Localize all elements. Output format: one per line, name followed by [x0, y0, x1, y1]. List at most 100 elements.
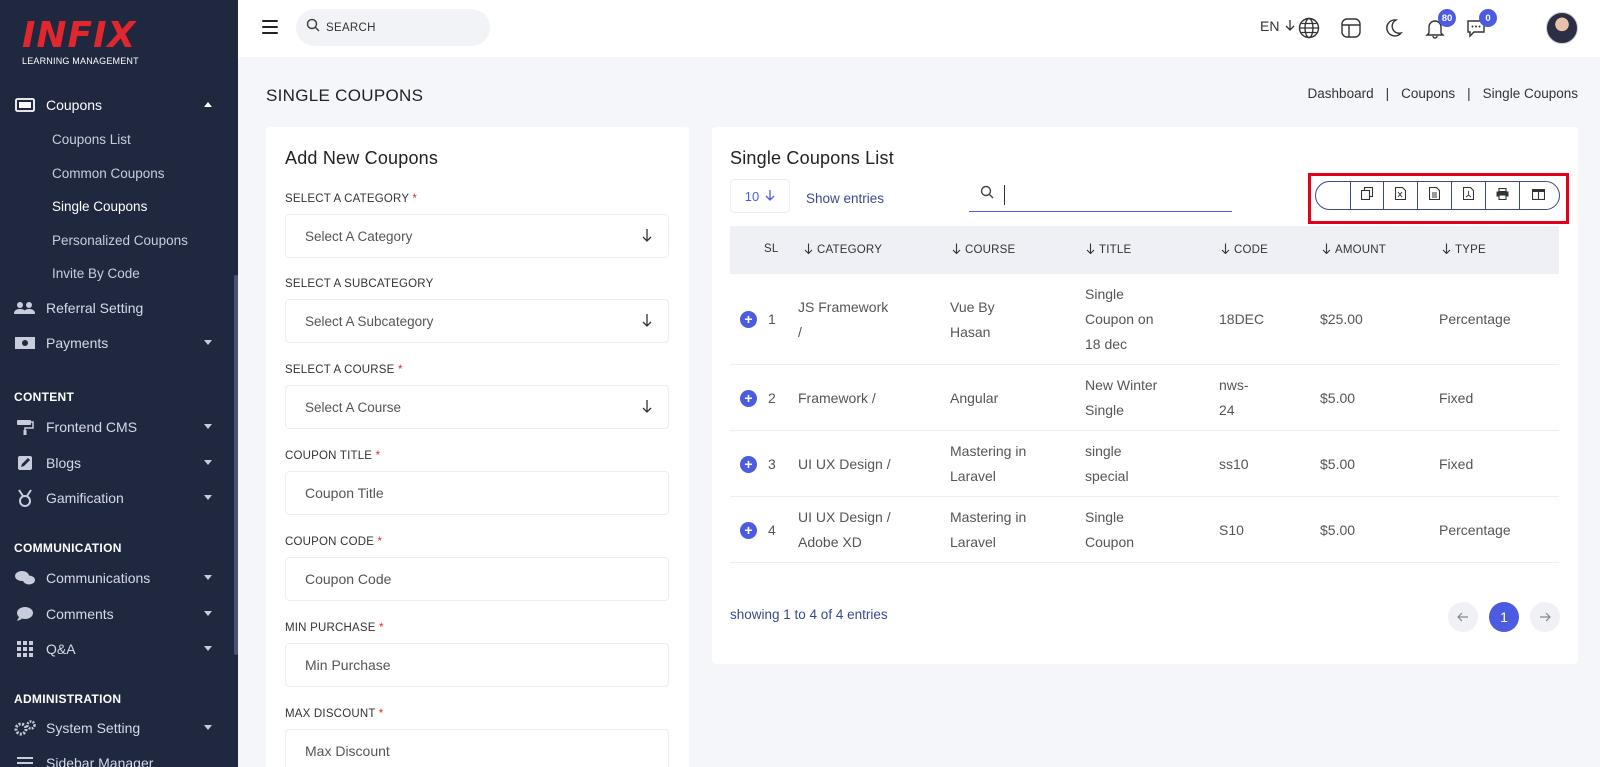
required-mark: *	[378, 708, 384, 720]
column-header-title[interactable]: TITLE	[1086, 243, 1131, 257]
expand-row-icon[interactable]: +	[740, 311, 757, 328]
csv-export-button[interactable]	[1418, 182, 1452, 209]
language-selector[interactable]: EN	[1260, 18, 1295, 34]
sort-arrow-icon	[1086, 243, 1095, 257]
expand-row-icon[interactable]: +	[740, 390, 757, 407]
max-discount-input[interactable]	[305, 743, 645, 759]
cell-line: Single	[1085, 286, 1124, 302]
sidebar-item-label: Payments	[46, 335, 109, 351]
messages-icon[interactable]: 0	[1463, 9, 1497, 41]
breadcrumb-separator: |	[1467, 86, 1471, 101]
globe-icon[interactable]	[1296, 15, 1322, 41]
sidebar-item-communications[interactable]: Communications	[0, 563, 234, 593]
coupon-code-input[interactable]	[305, 571, 645, 587]
expand-row-icon[interactable]: +	[740, 456, 757, 473]
sidebar-subitem-single-coupons[interactable]: Single Coupons	[0, 191, 234, 221]
layout-icon[interactable]	[1338, 15, 1364, 41]
sidebar-item-frontend-cms[interactable]: Frontend CMS	[0, 412, 234, 442]
required-mark: *	[412, 193, 418, 205]
course-label-text: SELECT A COURSE	[285, 364, 395, 376]
sort-arrow-icon	[1442, 243, 1451, 257]
required-mark: *	[375, 450, 381, 462]
cell-code: nws- 24	[1219, 373, 1249, 423]
cell-line: Laravel	[950, 534, 996, 550]
sidebar-subitem-personalized-coupons[interactable]: Personalized Coupons	[0, 225, 234, 255]
column-header-code[interactable]: CODE	[1221, 243, 1268, 257]
sidebar-subitem-common-coupons[interactable]: Common Coupons	[0, 158, 234, 188]
search-input[interactable]	[326, 21, 476, 34]
coupon-code-field[interactable]	[285, 557, 669, 601]
user-avatar[interactable]	[1546, 12, 1578, 44]
coupon-title-label: COUPON TITLE *	[285, 450, 380, 462]
sidebar-item-payments[interactable]: Payments	[0, 328, 234, 358]
cell-category: UI UX Design / Adobe XD	[798, 505, 891, 555]
sidebar-item-coupons[interactable]: Coupons	[0, 90, 234, 120]
sidebar: INFIX LEARNING MANAGEMENT Coupons Coupon…	[0, 0, 238, 767]
sidebar-item-blogs[interactable]: Blogs	[0, 448, 234, 478]
cell-line: Single	[1085, 402, 1124, 418]
min-purchase-field[interactable]	[285, 643, 669, 687]
page-1-button[interactable]: 1	[1489, 602, 1519, 632]
sidebar-subitem-coupons-list[interactable]: Coupons List	[0, 124, 234, 154]
table-row[interactable]: + 4 UI UX Design / Adobe XD Mastering in…	[730, 497, 1559, 563]
category-select[interactable]: Select A Category	[285, 214, 669, 258]
entries-per-page-select[interactable]: 10	[730, 179, 790, 213]
sidebar-item-gamification[interactable]: Gamification	[0, 483, 234, 513]
cell-course: Mastering in Laravel	[950, 439, 1026, 489]
pdf-file-icon	[1462, 186, 1475, 205]
breadcrumb-single-coupons[interactable]: Single Coupons	[1483, 86, 1578, 101]
showing-entries-info: showing 1 to 4 of 4 entries	[730, 607, 888, 622]
table-row[interactable]: + 2 Framework / Angular New Winter Singl…	[730, 365, 1559, 431]
cell-amount: $5.00	[1320, 522, 1356, 538]
brand-logo[interactable]: INFIX LEARNING MANAGEMENT	[22, 18, 139, 67]
moon-icon[interactable]	[1380, 15, 1406, 41]
min-purchase-input[interactable]	[305, 657, 645, 673]
sidebar-item-referral-setting[interactable]: Referral Setting	[0, 293, 234, 323]
column-header-type[interactable]: TYPE	[1442, 243, 1486, 257]
coupon-title-input[interactable]	[305, 485, 645, 501]
notifications-bell-icon[interactable]: 80	[1422, 9, 1456, 41]
sidebar-scrollbar[interactable]	[234, 275, 238, 655]
excel-export-button[interactable]	[1384, 182, 1418, 209]
search-icon	[980, 185, 994, 204]
menu-toggle-icon[interactable]	[262, 20, 278, 34]
print-button[interactable]	[1486, 182, 1520, 209]
sort-arrow-icon	[804, 243, 813, 257]
column-header-sl[interactable]: SL	[764, 243, 778, 255]
breadcrumb-coupons[interactable]: Coupons	[1401, 86, 1455, 101]
sort-arrow-icon	[1221, 243, 1230, 257]
cell-line: Laravel	[950, 468, 996, 484]
sidebar-item-sidebar-manager[interactable]: Sidebar Manager	[0, 748, 234, 767]
sidebar-item-system-setting[interactable]: System Setting	[0, 713, 234, 743]
sidebar-item-label: Blogs	[46, 455, 82, 471]
column-visibility-button[interactable]	[1520, 182, 1557, 209]
breadcrumb-dashboard[interactable]: Dashboard	[1308, 86, 1374, 101]
show-entries-label: Show entries	[806, 191, 885, 206]
table-row[interactable]: + 3 UI UX Design / Mastering in Laravel …	[730, 431, 1559, 497]
column-header-amount[interactable]: AMOUNT	[1322, 243, 1386, 257]
max-discount-field[interactable]	[285, 729, 669, 767]
subcategory-select[interactable]: Select A Subcategory	[285, 299, 669, 343]
sidebar-subitem-invite-by-code[interactable]: Invite By Code	[0, 258, 234, 288]
table-row[interactable]: + 1 JS Framework / Vue By Hasan Single C…	[730, 274, 1559, 365]
course-select[interactable]: Select A Course	[285, 385, 669, 429]
global-search[interactable]	[296, 9, 490, 46]
table-search-input[interactable]	[1004, 184, 1224, 205]
expand-row-icon[interactable]: +	[740, 522, 757, 539]
column-header-category[interactable]: CATEGORY	[804, 243, 882, 257]
next-page-button[interactable]	[1530, 602, 1560, 632]
sidebar-item-qa[interactable]: Q&A	[0, 634, 234, 664]
cell-amount: $5.00	[1320, 456, 1356, 472]
column-header-label: TYPE	[1455, 244, 1486, 256]
table-search[interactable]	[969, 178, 1232, 212]
column-header-course[interactable]: COURSE	[952, 243, 1015, 257]
previous-page-button[interactable]	[1448, 602, 1478, 632]
export-buttons-highlight	[1308, 173, 1569, 224]
list-icon	[14, 755, 36, 767]
coupon-title-field[interactable]	[285, 471, 669, 515]
table-header: SL CATEGORY COURSE TITLE CODE AMOUNT TYP…	[730, 226, 1559, 274]
pdf-export-button[interactable]	[1452, 182, 1486, 209]
cell-category: Framework /	[798, 390, 876, 406]
sidebar-item-comments[interactable]: Comments	[0, 599, 234, 629]
copy-button[interactable]	[1350, 182, 1384, 209]
